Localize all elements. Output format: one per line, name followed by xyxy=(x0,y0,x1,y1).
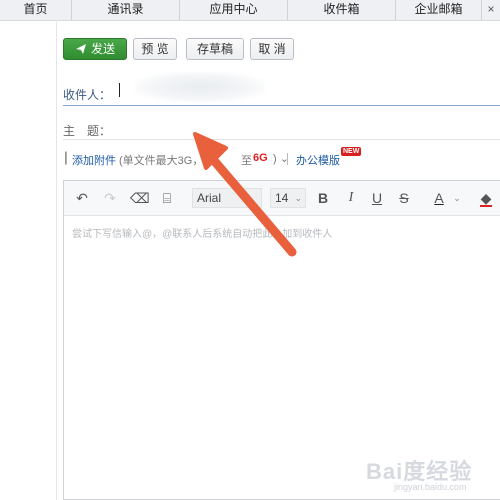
recipient-label: 收件人： xyxy=(63,88,112,102)
format-painter-icon[interactable]: ⌸ xyxy=(158,189,176,207)
recipient-field[interactable]: 收件人： xyxy=(63,72,500,106)
office-templates-link[interactable]: 办公模版 xyxy=(296,152,340,168)
chevron-down-icon[interactable]: ⌄ xyxy=(452,189,462,207)
tab-app-center[interactable]: 应用中心 xyxy=(180,0,288,20)
paperclip-icon: ⎮ xyxy=(63,153,69,165)
watermark: Bai度经验 jingyan.baidu.com xyxy=(366,452,496,496)
save-draft-button[interactable]: 存草稿 xyxy=(186,38,244,60)
blurred-recipient xyxy=(135,72,265,102)
tab-inbox[interactable]: 收件箱 xyxy=(288,0,396,20)
font-size-value: 14 xyxy=(275,191,289,205)
eraser-icon[interactable]: ⌫ xyxy=(130,189,150,207)
divider xyxy=(287,153,288,165)
attachment-6g: 6G xyxy=(253,152,268,164)
send-label: 发送 xyxy=(90,42,115,56)
cancel-button[interactable]: 取 消 xyxy=(250,38,294,60)
bold-button[interactable]: B xyxy=(316,189,330,207)
font-size-select[interactable]: 14 ⌄ xyxy=(270,188,306,208)
strikethrough-button[interactable]: S xyxy=(397,189,411,207)
tab-enterprise-mail[interactable]: 企业邮箱 xyxy=(396,0,482,20)
italic-button[interactable]: I xyxy=(344,189,358,207)
text-cursor xyxy=(119,83,120,97)
font-color-button[interactable]: A xyxy=(432,189,446,207)
subject-field[interactable]: 主 题： xyxy=(63,118,500,140)
watermark-url: jingyan.baidu.com xyxy=(394,482,467,492)
tab-home[interactable]: 首页 xyxy=(0,0,72,20)
send-button[interactable]: 发送 xyxy=(63,38,127,60)
color-bar xyxy=(480,205,492,207)
attachment-upgrade-note: 至 xyxy=(241,155,252,167)
close-tab-icon[interactable]: × xyxy=(482,0,500,20)
top-nav: 首页 通讯录 应用中心 收件箱 企业邮箱 × xyxy=(0,0,500,21)
chevron-down-icon: ⌄ xyxy=(294,193,302,203)
add-attachment-link[interactable]: 添加附件 xyxy=(72,152,116,168)
editor-placeholder: 尝试下写信输入@，@联系人后系统自动把此人加到收件人 xyxy=(72,229,333,240)
paper-plane-icon xyxy=(75,44,86,54)
highlight-color-icon[interactable]: ◆ xyxy=(478,189,494,207)
left-divider xyxy=(56,20,57,500)
redo-icon[interactable]: ↷ xyxy=(102,189,118,207)
tab-contacts[interactable]: 通讯录 xyxy=(72,0,180,20)
subject-label: 主 题： xyxy=(63,124,112,138)
editor-toolbar: ↶ ↷ ⌫ ⌸ Arial 14 ⌄ B I U S A ⌄ ◆ xyxy=(64,181,500,216)
underline-button[interactable]: U xyxy=(370,189,384,207)
new-badge: NEW xyxy=(341,147,362,156)
preview-button[interactable]: 预 览 xyxy=(133,38,177,60)
undo-icon[interactable]: ↶ xyxy=(74,189,90,207)
font-family-select[interactable]: Arial xyxy=(192,188,262,208)
attachment-size-note: (单文件最大3G， xyxy=(119,155,204,167)
